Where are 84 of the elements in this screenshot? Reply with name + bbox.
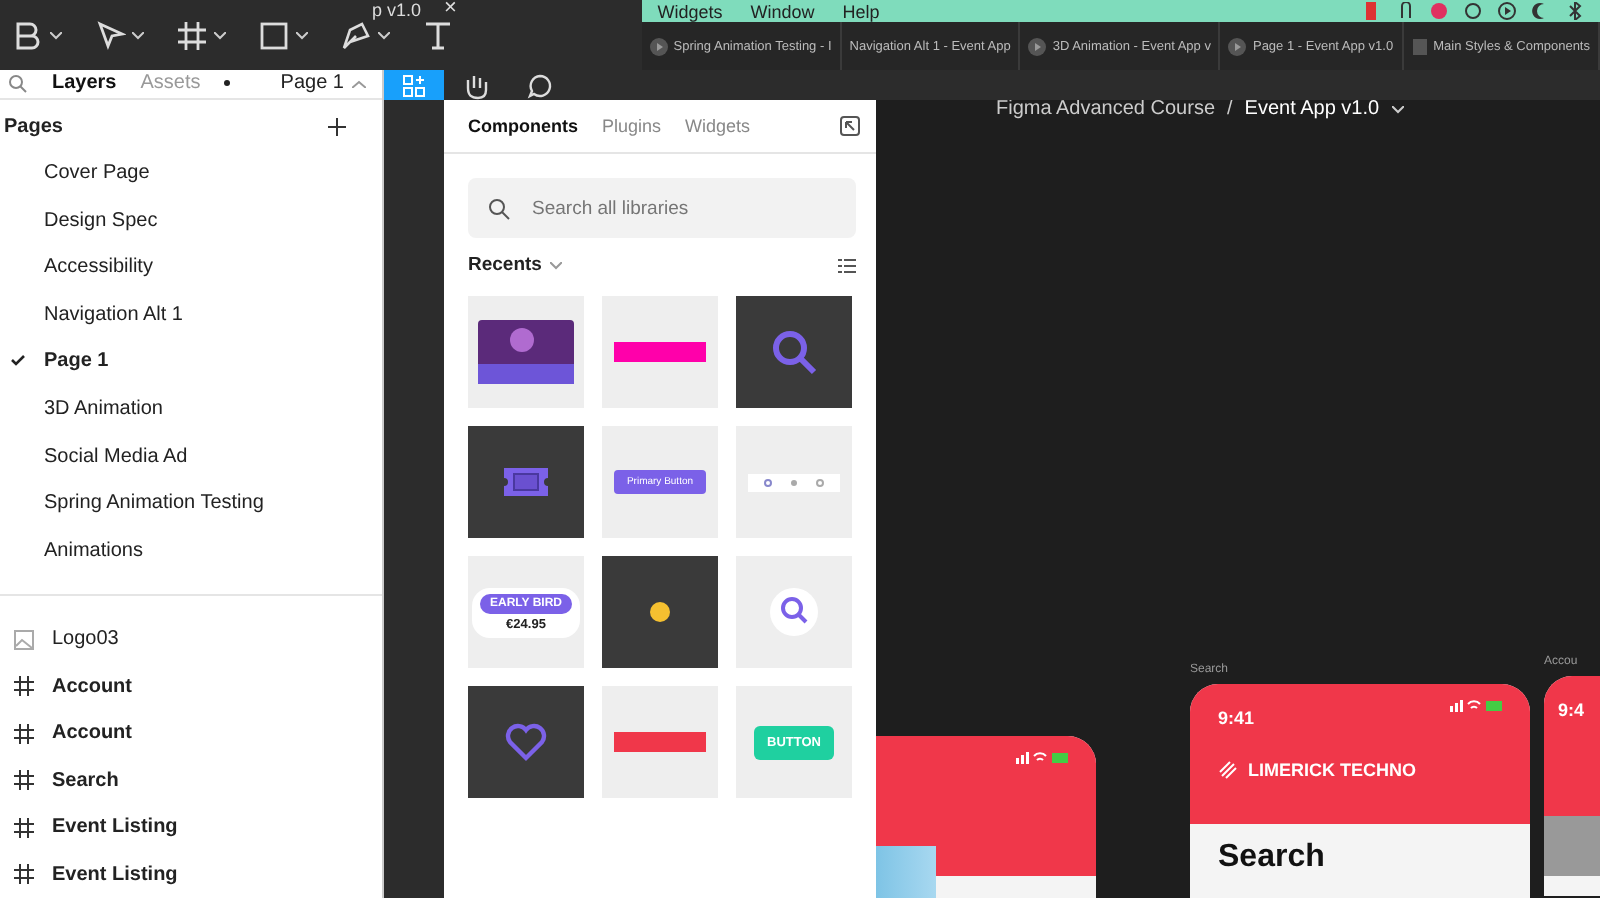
- page-item[interactable]: Cover Page: [0, 149, 382, 197]
- cursor-icon[interactable]: [94, 19, 126, 51]
- nav-bar-drawing: [748, 473, 840, 491]
- components-tool[interactable]: [384, 70, 444, 100]
- frame-icon: [14, 770, 34, 791]
- status-icons: [1450, 700, 1502, 712]
- caret-icon[interactable]: [50, 31, 62, 39]
- frame-icon: [14, 864, 34, 885]
- ticket-icon: [500, 466, 552, 498]
- page-item[interactable]: Social Media Ad: [0, 432, 382, 480]
- file-title: p v1.0: [372, 0, 422, 20]
- rectangle-icon[interactable]: [258, 19, 290, 51]
- comment-icon[interactable]: [526, 71, 554, 99]
- header-bar-drawing: [614, 732, 706, 752]
- page-item[interactable]: Animations: [0, 526, 382, 574]
- page-item[interactable]: 3D Animation: [0, 385, 382, 433]
- collapse-icon[interactable]: [840, 116, 860, 136]
- screen-heading: Search: [1216, 838, 1327, 876]
- clip-icon[interactable]: [1396, 2, 1414, 20]
- battery-icon[interactable]: [1362, 2, 1380, 20]
- header-bar-drawing: [614, 342, 706, 362]
- caret-icon[interactable]: [296, 31, 308, 39]
- status-time: 9:41: [1218, 708, 1255, 728]
- components-icon: [402, 73, 426, 97]
- play-icon[interactable]: [1498, 2, 1516, 20]
- pen-icon[interactable]: [340, 19, 372, 51]
- menu-item[interactable]: Window: [750, 1, 815, 21]
- breadcrumb-separator: /: [1227, 100, 1233, 120]
- close-button[interactable]: ×: [444, 0, 457, 20]
- frame-icon[interactable]: [176, 19, 208, 51]
- file-icon: [1411, 37, 1428, 55]
- search-icon[interactable]: [8, 73, 28, 94]
- hand-icon[interactable]: [462, 71, 490, 99]
- panel-tab[interactable]: Plugins: [602, 116, 662, 136]
- app-title: LIMERICK TECHNO: [1248, 760, 1416, 780]
- page-item[interactable]: Design Spec: [0, 196, 382, 244]
- section-heading: Pages: [4, 115, 63, 138]
- caret-icon[interactable]: [214, 31, 226, 39]
- chevron-icon[interactable]: [1391, 105, 1404, 113]
- panel-tab[interactable]: Components: [468, 116, 578, 136]
- search-icon: [770, 328, 818, 376]
- search-field[interactable]: Search all libraries: [468, 178, 856, 238]
- event-card-drawing: [478, 320, 574, 384]
- page-selector[interactable]: Page 1: [280, 72, 344, 95]
- play-icon: [1028, 37, 1047, 55]
- menu-item[interactable]: Widgets: [657, 1, 723, 21]
- text-icon[interactable]: [422, 19, 454, 51]
- frame-icon: [14, 676, 34, 697]
- panel-tab[interactable]: Layers: [52, 72, 117, 95]
- frame-icon: [14, 817, 34, 838]
- layer-item[interactable]: Logo03: [52, 628, 119, 651]
- page-item[interactable]: Spring Animation Testing: [0, 479, 382, 527]
- search-icon: [770, 588, 818, 636]
- caret-icon[interactable]: [132, 31, 144, 39]
- menu-item[interactable]: Help: [842, 1, 880, 21]
- status-time: 9:4: [1558, 700, 1585, 720]
- play-icon: [1228, 37, 1247, 55]
- image-icon: [14, 629, 34, 650]
- layer-item[interactable]: Event Listing: [52, 863, 178, 886]
- emoji-icon: [650, 602, 670, 622]
- dot-icon: [224, 80, 231, 87]
- frame-icon: [14, 723, 34, 744]
- heart-icon: [504, 722, 548, 762]
- layer-item[interactable]: Account: [52, 675, 132, 698]
- project-name[interactable]: Figma Advanced Course: [996, 100, 1216, 120]
- layer-item[interactable]: Search: [52, 769, 119, 792]
- check-icon: [10, 354, 26, 367]
- panel-tab[interactable]: Widgets: [685, 116, 751, 136]
- plus-icon[interactable]: [328, 117, 346, 136]
- play-icon: [649, 37, 668, 55]
- list-view-icon[interactable]: [838, 257, 856, 273]
- figma-logo-icon[interactable]: [12, 19, 44, 51]
- search-icon: [488, 198, 510, 220]
- bluetooth-icon[interactable]: [1566, 2, 1584, 20]
- layer-item[interactable]: Account: [52, 722, 132, 745]
- file-name[interactable]: Event App v1.0: [1244, 100, 1380, 120]
- page-item[interactable]: Accessibility: [0, 243, 382, 291]
- caret-icon[interactable]: [378, 31, 390, 39]
- page-item[interactable]: Page 1: [0, 338, 382, 386]
- layer-item[interactable]: Event Listing: [52, 816, 178, 839]
- status-icons: [1016, 752, 1068, 764]
- page-item[interactable]: Navigation Alt 1: [0, 290, 382, 339]
- app-icon[interactable]: [1430, 2, 1448, 20]
- section-heading[interactable]: Recents: [468, 254, 542, 276]
